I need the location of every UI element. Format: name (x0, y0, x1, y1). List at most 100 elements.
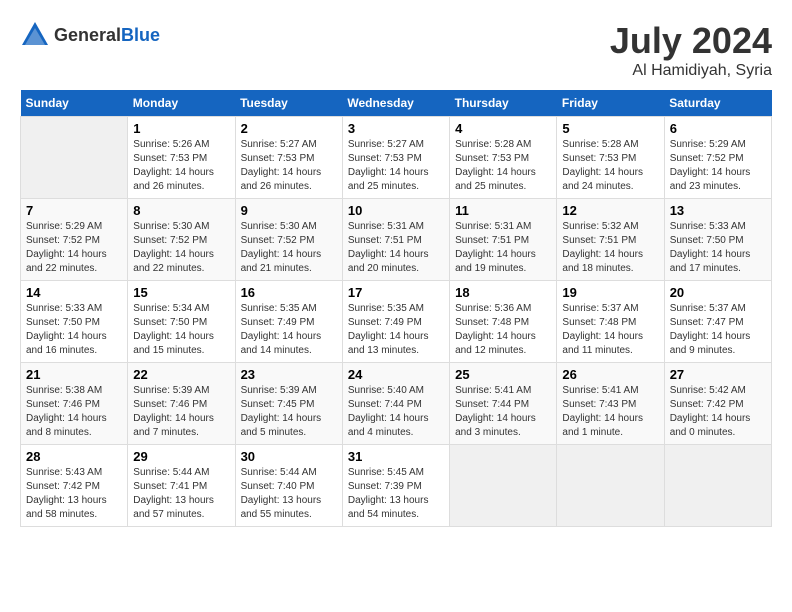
calendar-table: SundayMondayTuesdayWednesdayThursdayFrid… (20, 90, 772, 527)
cell-sun-info: Sunrise: 5:37 AMSunset: 7:47 PMDaylight:… (670, 302, 766, 358)
calendar-cell (664, 445, 771, 527)
calendar-week-row: 21 Sunrise: 5:38 AMSunset: 7:46 PMDayligh… (21, 363, 772, 445)
day-number: 30 (241, 449, 337, 464)
page-header: GeneralBlue July 2024 Al Hamidiyah, Syri… (20, 20, 772, 80)
calendar-cell: 3Sunrise: 5:27 AMSunset: 7:53 PMDaylight… (342, 117, 449, 199)
weekday-header-tuesday: Tuesday (235, 90, 342, 117)
day-number: 16 (241, 285, 337, 300)
cell-sun-info: Sunrise: 5:39 AMSunset: 7:45 PMDaylight:… (241, 384, 337, 440)
day-number: 20 (670, 285, 766, 300)
weekday-header-friday: Friday (557, 90, 664, 117)
day-number: 8 (133, 203, 229, 218)
weekday-header-saturday: Saturday (664, 90, 771, 117)
day-number: 29 (133, 449, 229, 464)
cell-sun-info: Sunrise: 5:29 AMSunset: 7:52 PMDaylight:… (26, 220, 122, 276)
logo-text-blue: Blue (121, 25, 160, 45)
day-number: 18 (455, 285, 551, 300)
day-number: 26 (562, 367, 658, 382)
cell-sun-info: Sunrise: 5:44 AMSunset: 7:41 PMDaylight:… (133, 466, 229, 522)
title-area: July 2024 Al Hamidiyah, Syria (610, 20, 772, 80)
calendar-cell: 28 Sunrise: 5:43 AMSunset: 7:42 PMDayligh… (21, 445, 128, 527)
calendar-cell: 12 Sunrise: 5:32 AMSunset: 7:51 PMDayligh… (557, 199, 664, 281)
day-number: 22 (133, 367, 229, 382)
day-number: 7 (26, 203, 122, 218)
day-number: 12 (562, 203, 658, 218)
calendar-cell (21, 117, 128, 199)
day-number: 14 (26, 285, 122, 300)
cell-sun-info: Sunrise: 5:27 AMSunset: 7:53 PMDaylight:… (241, 138, 337, 194)
calendar-cell: 21 Sunrise: 5:38 AMSunset: 7:46 PMDayligh… (21, 363, 128, 445)
calendar-cell: 11Sunrise: 5:31 AMSunset: 7:51 PMDayligh… (450, 199, 557, 281)
weekday-header-row: SundayMondayTuesdayWednesdayThursdayFrid… (21, 90, 772, 117)
calendar-cell: 13Sunrise: 5:33 AMSunset: 7:50 PMDayligh… (664, 199, 771, 281)
cell-sun-info: Sunrise: 5:35 AMSunset: 7:49 PMDaylight:… (241, 302, 337, 358)
cell-sun-info: Sunrise: 5:38 AMSunset: 7:46 PMDaylight:… (26, 384, 122, 440)
calendar-cell: 30 Sunrise: 5:44 AMSunset: 7:40 PMDayligh… (235, 445, 342, 527)
day-number: 3 (348, 121, 444, 136)
logo-text-general: General (54, 25, 121, 45)
day-number: 25 (455, 367, 551, 382)
cell-sun-info: Sunrise: 5:41 AMSunset: 7:43 PMDaylight:… (562, 384, 658, 440)
weekday-header-wednesday: Wednesday (342, 90, 449, 117)
calendar-cell: 24 Sunrise: 5:40 AMSunset: 7:44 PMDayligh… (342, 363, 449, 445)
cell-sun-info: Sunrise: 5:45 AMSunset: 7:39 PMDaylight:… (348, 466, 444, 522)
calendar-cell: 27Sunrise: 5:42 AMSunset: 7:42 PMDayligh… (664, 363, 771, 445)
day-number: 24 (348, 367, 444, 382)
cell-sun-info: Sunrise: 5:40 AMSunset: 7:44 PMDaylight:… (348, 384, 444, 440)
calendar-week-row: 28 Sunrise: 5:43 AMSunset: 7:42 PMDayligh… (21, 445, 772, 527)
day-number: 1 (133, 121, 229, 136)
calendar-week-row: 7 Sunrise: 5:29 AMSunset: 7:52 PMDaylight… (21, 199, 772, 281)
cell-sun-info: Sunrise: 5:43 AMSunset: 7:42 PMDaylight:… (26, 466, 122, 522)
calendar-cell: 25Sunrise: 5:41 AMSunset: 7:44 PMDayligh… (450, 363, 557, 445)
calendar-cell: 31 Sunrise: 5:45 AMSunset: 7:39 PMDayligh… (342, 445, 449, 527)
day-number: 17 (348, 285, 444, 300)
weekday-header-thursday: Thursday (450, 90, 557, 117)
day-number: 19 (562, 285, 658, 300)
cell-sun-info: Sunrise: 5:36 AMSunset: 7:48 PMDaylight:… (455, 302, 551, 358)
calendar-cell: 4 Sunrise: 5:28 AMSunset: 7:53 PMDaylight… (450, 117, 557, 199)
calendar-cell: 20 Sunrise: 5:37 AMSunset: 7:47 PMDayligh… (664, 281, 771, 363)
cell-sun-info: Sunrise: 5:35 AMSunset: 7:49 PMDaylight:… (348, 302, 444, 358)
cell-sun-info: Sunrise: 5:28 AMSunset: 7:53 PMDaylight:… (455, 138, 551, 194)
day-number: 4 (455, 121, 551, 136)
cell-sun-info: Sunrise: 5:37 AMSunset: 7:48 PMDaylight:… (562, 302, 658, 358)
day-number: 23 (241, 367, 337, 382)
calendar-cell: 2 Sunrise: 5:27 AMSunset: 7:53 PMDaylight… (235, 117, 342, 199)
day-number: 10 (348, 203, 444, 218)
cell-sun-info: Sunrise: 5:34 AMSunset: 7:50 PMDaylight:… (133, 302, 229, 358)
calendar-cell: 23 Sunrise: 5:39 AMSunset: 7:45 PMDayligh… (235, 363, 342, 445)
day-number: 9 (241, 203, 337, 218)
calendar-cell: 9Sunrise: 5:30 AMSunset: 7:52 PMDaylight… (235, 199, 342, 281)
day-number: 28 (26, 449, 122, 464)
logo: GeneralBlue (20, 20, 160, 50)
logo-icon (20, 20, 50, 50)
day-number: 31 (348, 449, 444, 464)
location-title: Al Hamidiyah, Syria (610, 62, 772, 80)
cell-sun-info: Sunrise: 5:42 AMSunset: 7:42 PMDaylight:… (670, 384, 766, 440)
weekday-header-monday: Monday (128, 90, 235, 117)
calendar-cell: 8 Sunrise: 5:30 AMSunset: 7:52 PMDaylight… (128, 199, 235, 281)
calendar-cell: 16 Sunrise: 5:35 AMSunset: 7:49 PMDayligh… (235, 281, 342, 363)
calendar-cell: 6Sunrise: 5:29 AMSunset: 7:52 PMDaylight… (664, 117, 771, 199)
cell-sun-info: Sunrise: 5:28 AMSunset: 7:53 PMDaylight:… (562, 138, 658, 194)
calendar-cell: 1 Sunrise: 5:26 AMSunset: 7:53 PMDaylight… (128, 117, 235, 199)
day-number: 13 (670, 203, 766, 218)
day-number: 5 (562, 121, 658, 136)
month-title: July 2024 (610, 20, 772, 62)
cell-sun-info: Sunrise: 5:44 AMSunset: 7:40 PMDaylight:… (241, 466, 337, 522)
cell-sun-info: Sunrise: 5:31 AMSunset: 7:51 PMDaylight:… (348, 220, 444, 276)
calendar-cell: 22 Sunrise: 5:39 AMSunset: 7:46 PMDayligh… (128, 363, 235, 445)
day-number: 21 (26, 367, 122, 382)
weekday-header-sunday: Sunday (21, 90, 128, 117)
calendar-cell: 14Sunrise: 5:33 AMSunset: 7:50 PMDayligh… (21, 281, 128, 363)
cell-sun-info: Sunrise: 5:39 AMSunset: 7:46 PMDaylight:… (133, 384, 229, 440)
calendar-week-row: 14Sunrise: 5:33 AMSunset: 7:50 PMDayligh… (21, 281, 772, 363)
calendar-cell: 5 Sunrise: 5:28 AMSunset: 7:53 PMDaylight… (557, 117, 664, 199)
cell-sun-info: Sunrise: 5:26 AMSunset: 7:53 PMDaylight:… (133, 138, 229, 194)
calendar-week-row: 1 Sunrise: 5:26 AMSunset: 7:53 PMDaylight… (21, 117, 772, 199)
cell-sun-info: Sunrise: 5:30 AMSunset: 7:52 PMDaylight:… (133, 220, 229, 276)
cell-sun-info: Sunrise: 5:32 AMSunset: 7:51 PMDaylight:… (562, 220, 658, 276)
day-number: 2 (241, 121, 337, 136)
day-number: 15 (133, 285, 229, 300)
calendar-cell (450, 445, 557, 527)
